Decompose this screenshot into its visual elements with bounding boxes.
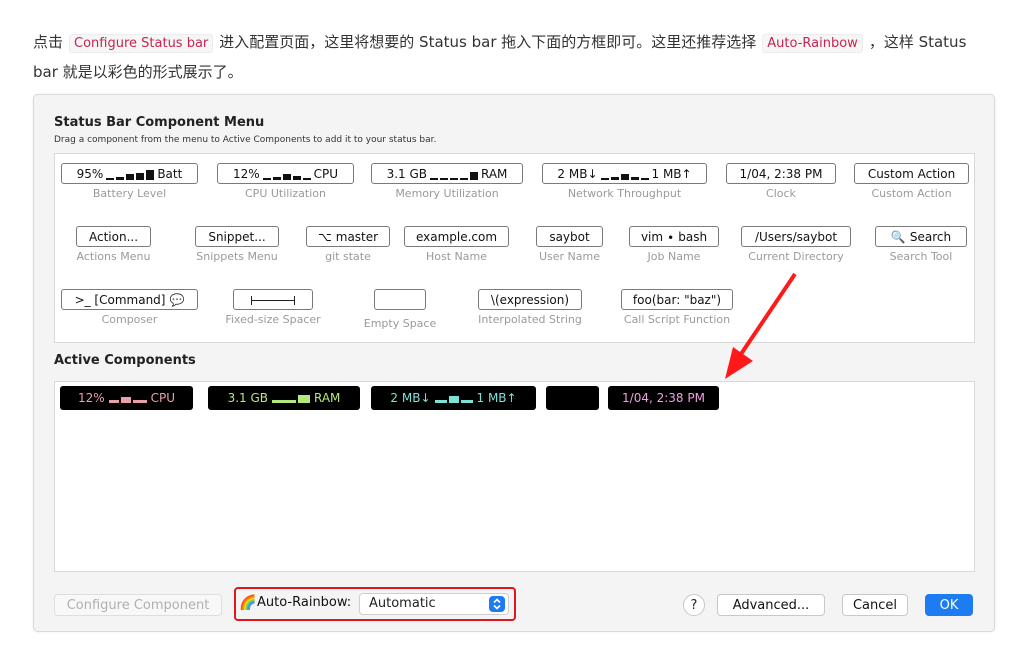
auto-rainbow-highlight: 🌈 Auto-Rainbow: Automatic: [234, 587, 516, 621]
component-clock[interactable]: 1/04, 2:38 PM Clock: [726, 163, 836, 200]
sparkline-icon: [430, 170, 478, 180]
auto-rainbow-select[interactable]: Automatic: [359, 593, 509, 615]
component-job-name[interactable]: vim ∙ bash Job Name: [629, 226, 719, 263]
magnifier-icon: 🔍: [890, 230, 906, 244]
select-stepper-icon: [489, 596, 505, 612]
component-actions-menu[interactable]: Action... Actions Menu: [76, 226, 151, 263]
component-fixed-spacer[interactable]: Fixed-size Spacer: [223, 289, 323, 326]
sparkline-icon: [106, 169, 155, 180]
ok-button[interactable]: OK: [925, 594, 973, 616]
component-snippets-menu[interactable]: Snippet... Snippets Menu: [195, 226, 279, 263]
spacer-bracket-icon: [251, 296, 295, 305]
component-host-name[interactable]: example.com Host Name: [404, 226, 509, 263]
active-ram-chip[interactable]: 3.1 GB RAM: [208, 386, 360, 410]
article-paragraph: 点击 Configure Status bar 进入配置页面，这里将想要的 Stat…: [33, 33, 967, 81]
component-empty-space[interactable]: Empty Space: [360, 289, 440, 330]
configure-component-button[interactable]: Configure Component: [54, 594, 222, 616]
component-git-state[interactable]: ⌥ master git state: [306, 226, 390, 263]
active-components-title: Active Components: [54, 353, 196, 368]
active-components-area[interactable]: 12% CPU 3.1 GB RAM 2 MB↓ 1 MB↑ 1/04, 2:38 P…: [54, 381, 975, 572]
component-memory[interactable]: 3.1 GB RAM Memory Utilization: [371, 163, 523, 200]
speech-bubble-icon: 💬: [169, 293, 185, 307]
component-composer[interactable]: >_ [Command] 💬 Composer: [61, 289, 198, 326]
component-cpu[interactable]: 12% CPU CPU Utilization: [217, 163, 354, 200]
article-content: 点击 Configure Status bar 进入配置页面，这里将想要的 Stat…: [20, 18, 1005, 632]
sparkline-icon: [108, 395, 147, 403]
panel-title: Status Bar Component Menu: [54, 115, 265, 130]
component-interpolated-string[interactable]: \(expression) Interpolated String: [476, 289, 584, 326]
component-user-name[interactable]: saybot User Name: [536, 226, 603, 263]
sparkline-icon: [272, 394, 310, 403]
panel-subtitle: Drag a component from the menu to Active…: [54, 135, 437, 145]
cancel-button[interactable]: Cancel: [842, 594, 908, 616]
active-network-chip[interactable]: 2 MB↓ 1 MB↑: [371, 386, 536, 410]
inline-code: Auto-Rainbow: [762, 34, 863, 53]
active-cpu-chip[interactable]: 12% CPU: [60, 386, 193, 410]
component-custom-action[interactable]: Custom Action Custom Action: [854, 163, 969, 200]
advanced-button[interactable]: Advanced...: [717, 594, 825, 616]
red-arrow-icon: [725, 272, 797, 379]
component-battery[interactable]: 95% Batt Battery Level: [61, 163, 198, 200]
active-clock-chip[interactable]: 1/04, 2:38 PM: [608, 386, 719, 410]
component-current-directory[interactable]: /Users/saybot Current Directory: [741, 226, 851, 263]
component-search-tool[interactable]: 🔍 Search Search Tool: [875, 226, 967, 263]
sparkline-icon: [434, 395, 473, 403]
git-branch-icon: ⌥: [317, 230, 332, 244]
component-network[interactable]: 2 MB↓ 1 MB↑ Network Throughput: [542, 163, 707, 200]
inline-code: Configure Status bar: [69, 34, 214, 53]
status-bar-config-panel: Status Bar Component Menu Drag a compone…: [33, 94, 995, 632]
auto-rainbow-label: Auto-Rainbow:: [257, 595, 352, 610]
component-menu: 95% Batt Battery Level 12% CPU CPU Utiliza…: [54, 153, 975, 379]
help-button[interactable]: ?: [683, 594, 705, 616]
sparkline-icon: [262, 170, 311, 180]
active-empty-space-chip[interactable]: [546, 386, 599, 410]
sparkline-icon: [600, 170, 649, 180]
rainbow-icon: 🌈: [239, 595, 257, 611]
